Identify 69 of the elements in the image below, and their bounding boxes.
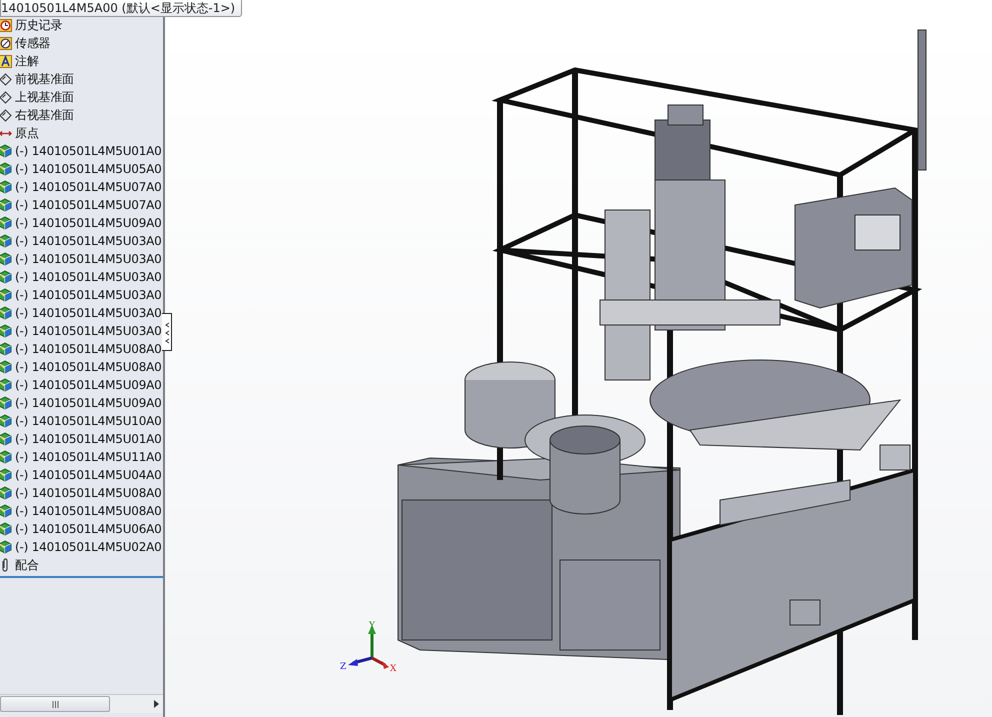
tree-item-label[interactable]: (-) 14010501L4M5U09A0 (15, 378, 162, 392)
component-icon (0, 234, 12, 248)
annotation-icon (0, 54, 12, 68)
component-icon (0, 378, 12, 392)
grip-icon (52, 700, 58, 708)
component-icon (0, 486, 12, 500)
component-icon (0, 522, 12, 536)
component-icon (0, 216, 12, 230)
tree-item-label[interactable]: (-) 14010501L4M5U09A0 (15, 396, 162, 410)
component-icon (0, 468, 12, 482)
tree-item-label[interactable]: (-) 14010501L4M5U03A0 (15, 324, 162, 338)
component-icon (0, 306, 12, 320)
tree-item-label[interactable]: 右视基准面 (15, 106, 74, 124)
component-icon (0, 396, 12, 410)
tree-item-label[interactable]: (-) 14010501L4M5U03A0 (15, 288, 162, 302)
tree-item-label[interactable]: (-) 14010501L4M5U01A0 (15, 432, 162, 446)
tree-item-label[interactable]: (-) 14010501L4M5U09A0 (15, 216, 162, 230)
tree-item-label[interactable]: (-) 14010501L4M5U10A0 (15, 414, 162, 428)
y-axis-label: Y (369, 621, 375, 631)
component-icon (0, 288, 12, 302)
tree-item-label[interactable]: (-) 14010501L4M5U04A0 (15, 468, 162, 482)
tree-item-label[interactable]: (-) 14010501L4M5U03A0 (15, 252, 162, 266)
component-icon (0, 198, 12, 212)
paperclip-icon (0, 558, 10, 572)
component-icon (0, 270, 12, 284)
tree-item-label[interactable]: (-) 14010501L4M5U06A0 (15, 522, 162, 536)
scroll-right-arrow-icon[interactable] (154, 700, 159, 708)
tree-item-label[interactable]: 注解 (15, 52, 39, 70)
tree-item-label[interactable]: 配合 (15, 556, 39, 574)
tree-item-label[interactable]: (-) 14010501L4M5U08A0 (15, 342, 162, 356)
component-icon (0, 180, 12, 194)
component-icon (0, 252, 12, 266)
tree-item-label[interactable]: (-) 14010501L4M5U08A0 (15, 486, 162, 500)
component-icon (0, 360, 12, 374)
tree-item-label[interactable]: (-) 14010501L4M5U07A0 (15, 180, 162, 194)
tree-item-label[interactable]: (-) 14010501L4M5U08A0 (15, 360, 162, 374)
component-icon (0, 144, 12, 158)
plane-icon (0, 72, 12, 86)
tree-item-label[interactable]: (-) 14010501L4M5U05A0 (15, 162, 162, 176)
component-icon (0, 432, 12, 446)
document-title: 14010501L4M5A00 (默认<显示状态-1>) (0, 0, 242, 17)
tree-item-label[interactable]: (-) 14010501L4M5U08A0 (15, 504, 162, 518)
tree-item-label[interactable]: 历史记录 (15, 16, 62, 34)
component-icon (0, 324, 12, 338)
clock-icon (0, 18, 12, 32)
x-axis-label: X (390, 664, 396, 672)
component-icon (0, 540, 12, 554)
tree-item-label[interactable]: 传感器 (15, 34, 50, 52)
panel-collapse-handle-icon[interactable] (162, 313, 172, 351)
tree-item-label[interactable]: 原点 (15, 124, 39, 142)
tree-item-label[interactable]: 上视基准面 (15, 88, 74, 106)
component-icon (0, 504, 12, 518)
scrollbar-thumb[interactable] (0, 696, 110, 712)
component-icon (0, 450, 12, 464)
component-icon (0, 162, 12, 176)
tree-item-label[interactable]: (-) 14010501L4M5U03A0 (15, 234, 162, 248)
plane-icon (0, 90, 12, 104)
component-icon (0, 414, 12, 428)
tree-item-label[interactable]: (-) 14010501L4M5U02A0 (15, 540, 162, 554)
component-icon (0, 342, 12, 356)
plane-icon (0, 108, 12, 122)
tree-item-label[interactable]: 前视基准面 (15, 70, 74, 88)
tree-item-label[interactable]: (-) 14010501L4M5U03A0 (15, 270, 162, 284)
z-axis-label: Z (340, 662, 346, 672)
gauge-icon (0, 36, 12, 50)
tree-item-label[interactable]: (-) 14010501L4M5U01A0 (15, 144, 162, 158)
tree-item-label[interactable]: (-) 14010501L4M5U03A0 (15, 306, 162, 320)
tree-item-label[interactable]: (-) 14010501L4M5U07A0 (15, 198, 162, 212)
tree-item-label[interactable]: (-) 14010501L4M5U11A0 (15, 450, 162, 464)
